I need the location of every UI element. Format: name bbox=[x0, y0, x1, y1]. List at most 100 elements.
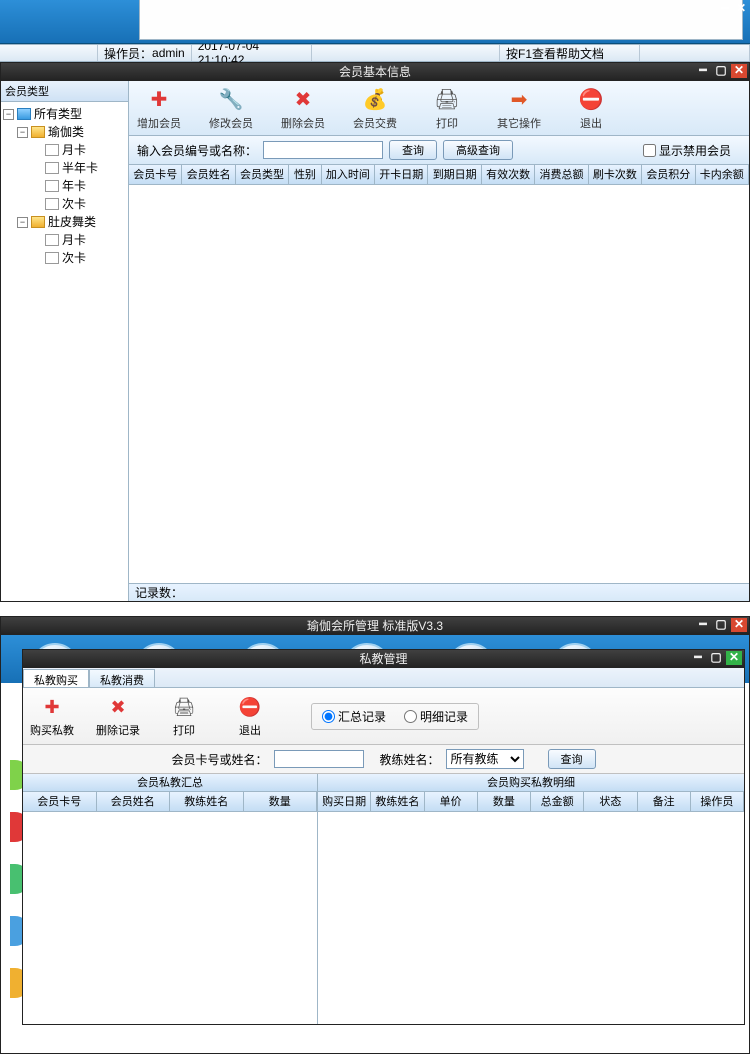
close-icon[interactable]: ✕ bbox=[734, 2, 748, 16]
folder-icon bbox=[31, 216, 45, 228]
buy-coach-button[interactable]: ✚购买私教 bbox=[27, 694, 77, 738]
coins-icon: 💰 bbox=[361, 85, 389, 113]
item-icon bbox=[45, 180, 59, 192]
coach-select[interactable]: 所有教练 bbox=[446, 749, 524, 769]
maximize-icon[interactable]: ▢ bbox=[708, 651, 724, 665]
delete-record-button[interactable]: ✖删除记录 bbox=[93, 694, 143, 738]
radio-summary-label: 汇总记录 bbox=[338, 708, 386, 725]
coach-mgmt-title: 私教管理 bbox=[359, 652, 407, 666]
delete-record-label: 删除记录 bbox=[93, 722, 143, 738]
col-name[interactable]: 会员姓名 bbox=[182, 165, 235, 184]
col-expire[interactable]: 到期日期 bbox=[428, 165, 481, 184]
col-qty[interactable]: 数量 bbox=[478, 792, 531, 811]
show-disabled-checkbox-input[interactable] bbox=[643, 144, 656, 157]
delete-member-label: 删除会员 bbox=[275, 115, 331, 131]
exit-button[interactable]: ⛔退出 bbox=[225, 694, 275, 738]
card-search-label: 会员卡号或姓名： bbox=[171, 751, 267, 768]
member-info-right: ✚增加会员 🔧修改会员 ✖删除会员 💰会员交费 🖨打印 ➡其它操作 ⛔退出 输入… bbox=[129, 81, 749, 601]
tree-group-bellydance[interactable]: 肚皮舞类 bbox=[48, 213, 96, 231]
tree-item[interactable]: 年卡 bbox=[62, 177, 86, 195]
col-price[interactable]: 单价 bbox=[425, 792, 478, 811]
arrow-right-icon: ➡ bbox=[505, 85, 533, 113]
col-buy-date[interactable]: 购买日期 bbox=[318, 792, 371, 811]
close-icon[interactable]: ✕ bbox=[731, 618, 747, 632]
minimize-icon[interactable]: ━ bbox=[695, 618, 711, 632]
exit-button[interactable]: ⛔退出 bbox=[563, 85, 619, 131]
minimize-icon[interactable]: ━ bbox=[695, 64, 711, 78]
minimize-icon[interactable]: ━ bbox=[690, 651, 706, 665]
query-button[interactable]: 查询 bbox=[389, 140, 437, 160]
coach-query-button[interactable]: 查询 bbox=[548, 749, 596, 769]
item-icon bbox=[45, 198, 59, 210]
tree-item[interactable]: 月卡 bbox=[62, 231, 86, 249]
tab-coach-consume[interactable]: 私教消费 bbox=[89, 669, 155, 687]
item-icon bbox=[45, 144, 59, 156]
coach-select-label: 教练姓名： bbox=[380, 751, 440, 768]
maximize-icon[interactable]: ▢ bbox=[713, 618, 729, 632]
header-white-panel bbox=[139, 0, 743, 40]
print-button[interactable]: 🖨打印 bbox=[159, 694, 209, 738]
header-window-controls: ━ ✕ bbox=[718, 2, 748, 16]
col-points[interactable]: 会员积分 bbox=[642, 165, 695, 184]
coach-search-bar: 会员卡号或姓名： 教练姓名： 所有教练 查询 bbox=[23, 745, 744, 774]
radio-detail-input[interactable] bbox=[404, 710, 417, 723]
col-swipe-count[interactable]: 刷卡次数 bbox=[589, 165, 642, 184]
minimize-icon[interactable]: ━ bbox=[718, 2, 732, 16]
card-search-input[interactable] bbox=[274, 750, 364, 768]
radio-summary-input[interactable] bbox=[322, 710, 335, 723]
add-member-button[interactable]: ✚增加会员 bbox=[131, 85, 187, 131]
tree-item[interactable]: 月卡 bbox=[62, 141, 86, 159]
col-qty[interactable]: 数量 bbox=[244, 792, 318, 811]
coach-tab-row: 私教购买 私教消费 bbox=[23, 668, 744, 688]
col-join[interactable]: 加入时间 bbox=[322, 165, 375, 184]
adv-query-button[interactable]: 高级查询 bbox=[443, 140, 513, 160]
tree-item[interactable]: 次卡 bbox=[62, 195, 86, 213]
member-fee-button[interactable]: 💰会员交费 bbox=[347, 85, 403, 131]
member-search-input[interactable] bbox=[263, 141, 383, 159]
member-type-tree[interactable]: − 所有类型 − 瑜伽类 月卡 半年卡 年卡 次卡 − 肚皮舞类 bbox=[1, 102, 128, 270]
coach-mgmt-window: 私教管理 ━ ▢ ✕ 私教购买 私教消费 ✚购买私教 ✖删除记录 🖨打印 ⛔退出… bbox=[22, 649, 745, 1025]
close-icon[interactable]: ✕ bbox=[731, 64, 747, 78]
plus-icon: ✚ bbox=[39, 694, 65, 720]
col-valid-count[interactable]: 有效次数 bbox=[482, 165, 535, 184]
coach-toolbar: ✚购买私教 ✖删除记录 🖨打印 ⛔退出 汇总记录 明细记录 bbox=[23, 688, 744, 745]
print-button[interactable]: 🖨打印 bbox=[419, 85, 475, 131]
other-ops-button[interactable]: ➡其它操作 bbox=[491, 85, 547, 131]
tab-coach-buy[interactable]: 私教购买 bbox=[23, 669, 89, 687]
col-gender[interactable]: 性别 bbox=[289, 165, 321, 184]
tree-toggle-icon[interactable]: − bbox=[17, 217, 28, 228]
col-card-no[interactable]: 会员卡号 bbox=[23, 792, 97, 811]
plus-icon: ✚ bbox=[145, 85, 173, 113]
col-card-no[interactable]: 会员卡号 bbox=[129, 165, 182, 184]
col-balance[interactable]: 卡内余额 bbox=[696, 165, 749, 184]
tree-item[interactable]: 次卡 bbox=[62, 249, 86, 267]
col-coach-name[interactable]: 教练姓名 bbox=[170, 792, 244, 811]
col-member-name[interactable]: 会员姓名 bbox=[97, 792, 171, 811]
member-grid-footer: 记录数： bbox=[129, 583, 749, 601]
col-operator[interactable]: 操作员 bbox=[691, 792, 744, 811]
member-grid-body[interactable] bbox=[129, 185, 749, 583]
maximize-icon[interactable]: ▢ bbox=[713, 64, 729, 78]
coach-summary-body[interactable] bbox=[23, 812, 317, 1024]
radio-summary[interactable]: 汇总记录 bbox=[322, 708, 386, 725]
delete-member-button[interactable]: ✖删除会员 bbox=[275, 85, 331, 131]
edit-member-button[interactable]: 🔧修改会员 bbox=[203, 85, 259, 131]
col-spend-total[interactable]: 消费总额 bbox=[535, 165, 588, 184]
member-type-tree-panel: 会员类型 − 所有类型 − 瑜伽类 月卡 半年卡 年卡 次卡 − bbox=[1, 81, 129, 601]
tree-item[interactable]: 半年卡 bbox=[62, 159, 98, 177]
close-icon[interactable]: ✕ bbox=[726, 651, 742, 665]
col-type[interactable]: 会员类型 bbox=[236, 165, 289, 184]
tree-group-yoga[interactable]: 瑜伽类 bbox=[48, 123, 84, 141]
tree-toggle-icon[interactable]: − bbox=[3, 109, 14, 120]
col-status[interactable]: 状态 bbox=[584, 792, 637, 811]
radio-detail[interactable]: 明细记录 bbox=[404, 708, 468, 725]
coach-detail-body[interactable] bbox=[318, 812, 744, 1024]
col-start[interactable]: 开卡日期 bbox=[375, 165, 428, 184]
tree-toggle-icon[interactable]: − bbox=[17, 127, 28, 138]
show-disabled-checkbox[interactable]: 显示禁用会员 bbox=[643, 142, 731, 159]
col-note[interactable]: 备注 bbox=[638, 792, 691, 811]
item-icon bbox=[45, 234, 59, 246]
tree-root[interactable]: 所有类型 bbox=[34, 105, 82, 123]
col-total[interactable]: 总金额 bbox=[531, 792, 584, 811]
col-coach-name[interactable]: 教练姓名 bbox=[371, 792, 424, 811]
